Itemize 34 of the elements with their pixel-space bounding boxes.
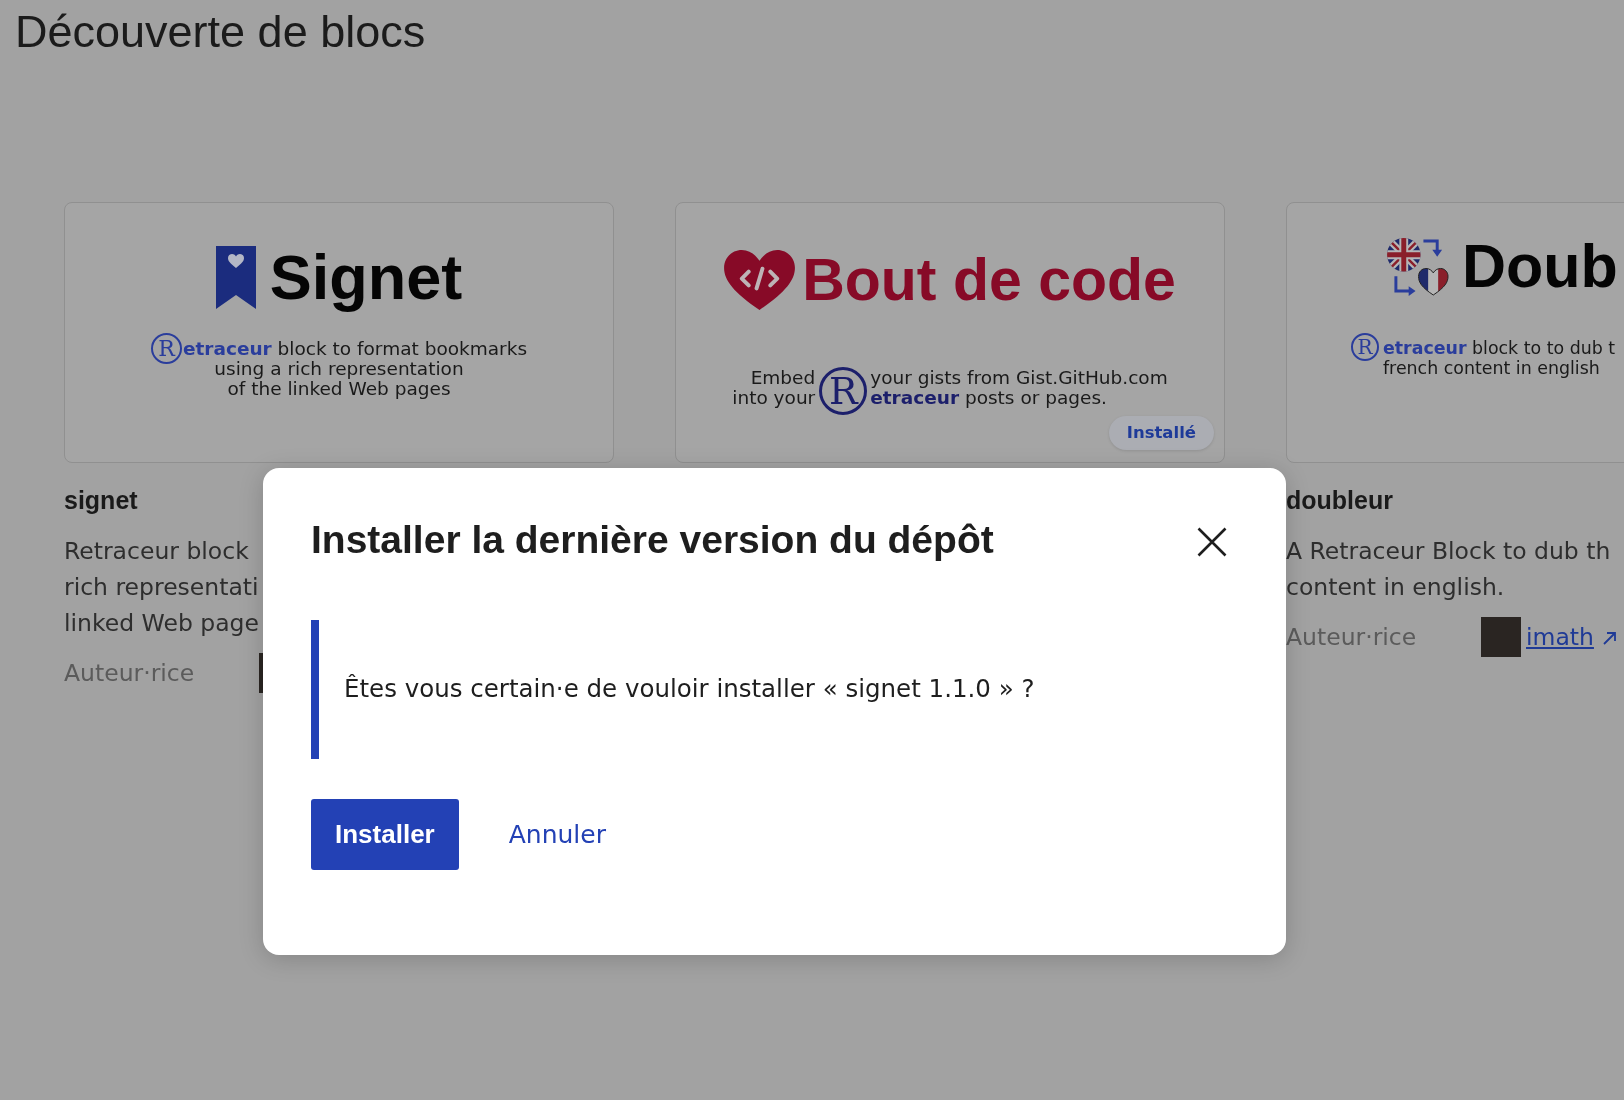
tagline-text: Embed: [750, 368, 816, 388]
logo-letter: R: [819, 367, 868, 415]
page-title: Découverte de blocs: [15, 5, 426, 59]
avatar-photo: [1481, 617, 1521, 657]
author-label: Auteur·rice: [1286, 622, 1418, 653]
tagline-text: french content in english: [1383, 358, 1601, 378]
tagline-text: of the linked Web pages: [227, 379, 451, 399]
bookmark-icon: [215, 246, 256, 309]
block-description: Retraceur block rich representati linked Web page: [64, 536, 260, 639]
tagline-text: etraceur block to to dub t: [1383, 338, 1616, 358]
tagline-text: etraceur block to format bookmarks: [182, 338, 528, 359]
avatar-photo: [259, 653, 263, 693]
close-button[interactable]: [1197, 527, 1227, 557]
close-icon: [1197, 527, 1227, 557]
author-link[interactable]: imath: [1526, 621, 1618, 653]
block-name: signet: [64, 485, 138, 516]
install-button[interactable]: Installer: [311, 799, 459, 870]
tagline-text: etraceur posts or pages.: [870, 388, 1108, 408]
tagline-text: your gists from Gist.GitHub.com: [870, 368, 1168, 388]
external-link-icon: [1601, 630, 1618, 646]
logo-title: Bout de code: [802, 251, 1176, 310]
cancel-button[interactable]: Annuler: [484, 799, 630, 870]
author-label: Auteur·rice: [64, 658, 196, 689]
logo-letter: R: [150, 333, 182, 364]
tagline-text: into your: [732, 388, 816, 408]
dialog-title: Installer la dernière version du dépôt: [311, 517, 994, 563]
installed-badge: Installé: [1108, 416, 1214, 450]
logo-letter: R: [1351, 333, 1379, 361]
confirm-message: Êtes vous certain·e de vouloir installer « signet 1.1.0 » ?: [311, 620, 1238, 759]
block-name: doubleur: [1286, 485, 1393, 516]
tagline-text: using a rich representation: [214, 359, 464, 379]
heart-code-icon: [724, 250, 796, 311]
logo-title: Doub: [1462, 236, 1618, 297]
block-description: A Retraceur Block to dub th content in english.: [1286, 536, 1612, 603]
